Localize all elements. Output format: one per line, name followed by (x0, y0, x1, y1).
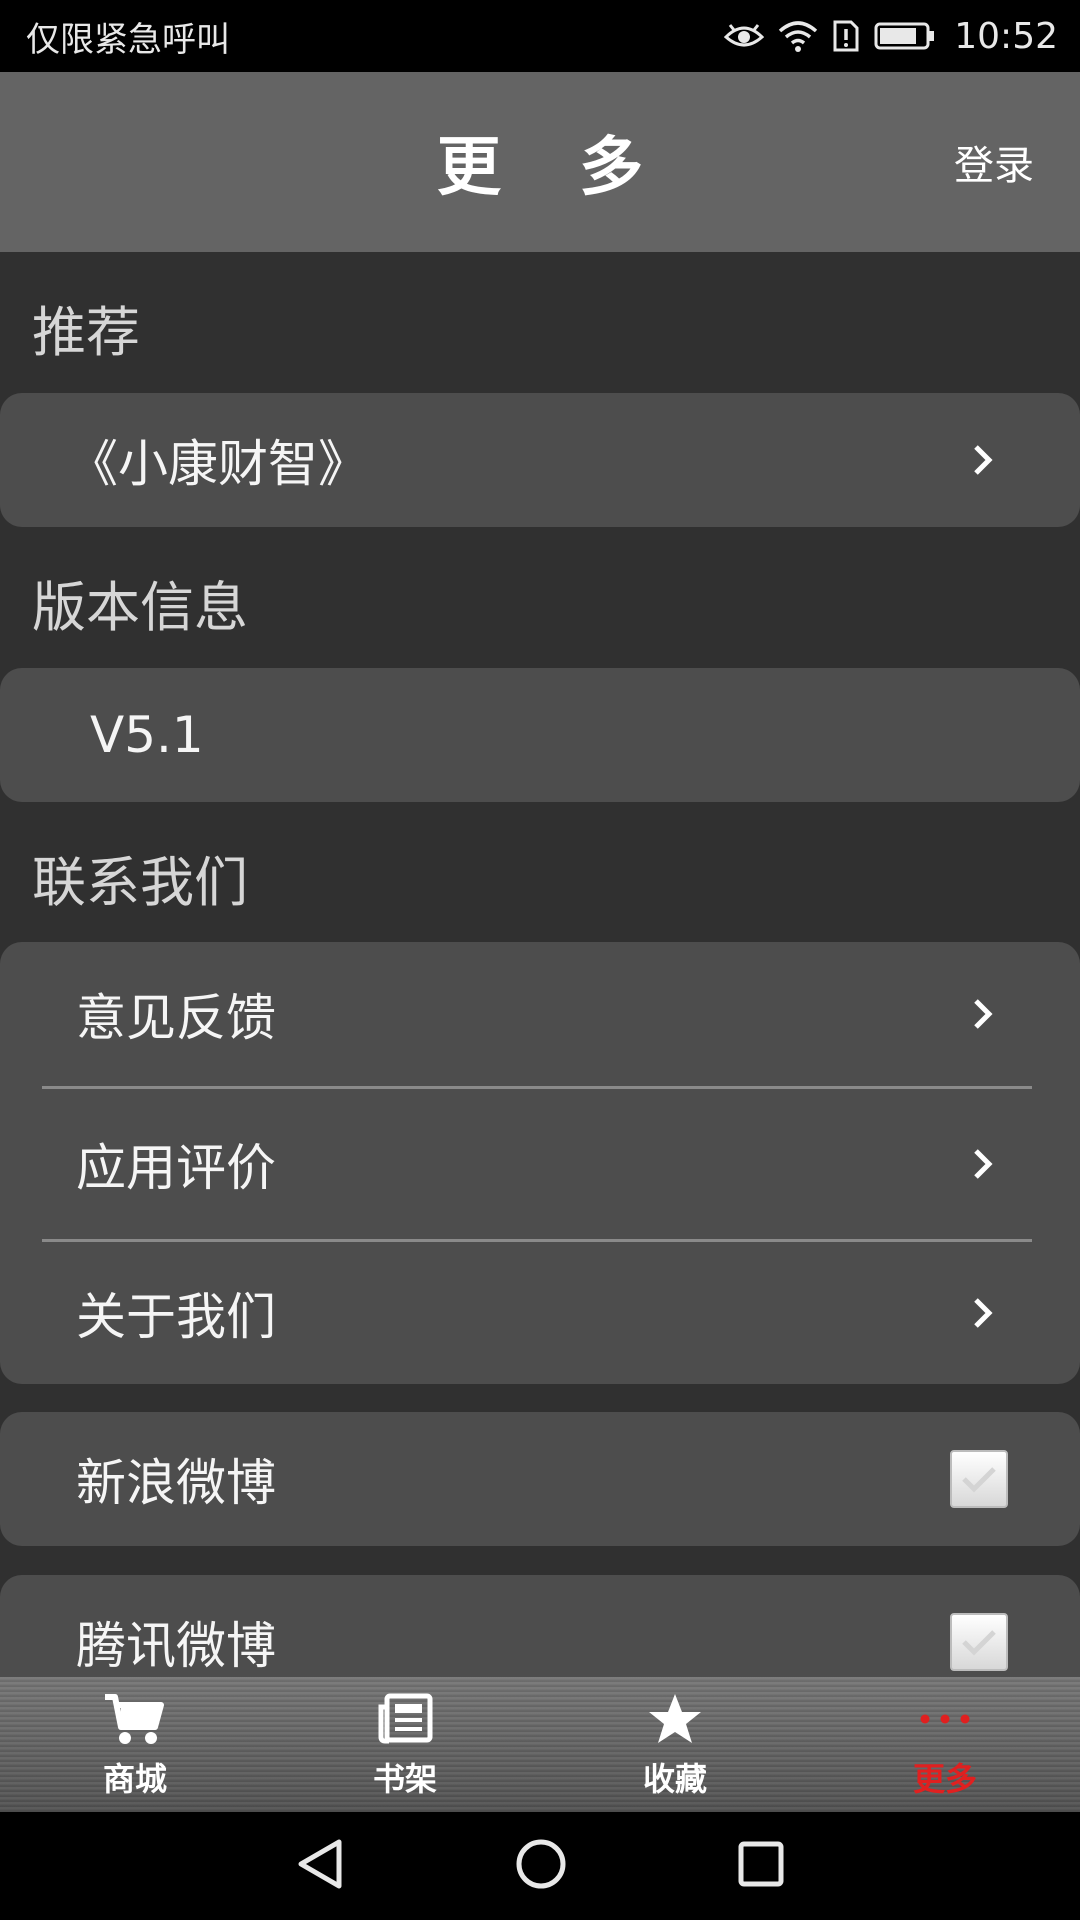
list-item-rate-app[interactable]: 应用评价 (0, 1089, 1080, 1239)
more-dots-icon (917, 1688, 973, 1750)
list-item-label: 意见反馈 (76, 989, 276, 1047)
back-icon[interactable] (295, 1838, 345, 1894)
chevron-right-icon (938, 1097, 1028, 1231)
carrier-text: 仅限紧急呼叫 (26, 19, 230, 60)
title-bar: 更 多 登录 (0, 72, 1080, 252)
newspaper-icon (377, 1688, 433, 1750)
bottom-tab-bar: 商城 书架 收藏 更多 (0, 1677, 1080, 1812)
wifi-icon (778, 19, 818, 53)
tab-label: 收藏 (642, 1760, 707, 1798)
status-bar: 仅限紧急呼叫 10:52 (0, 0, 1080, 72)
system-navigation-bar (0, 1812, 1080, 1920)
checkmark-icon (962, 1630, 996, 1656)
status-icons: 10:52 (724, 16, 1058, 57)
page-title: 更 多 (436, 131, 672, 205)
contact-card: 意见反馈 应用评价 关于我们 (0, 942, 1080, 1384)
list-item-label: 腾讯微博 (76, 1617, 276, 1675)
home-icon[interactable] (515, 1838, 567, 1894)
chevron-right-icon (938, 1246, 1028, 1380)
settings-list[interactable]: 推荐 《小康财智》 版本信息 V5.1 联系我们 意见反馈 应用评价 关于我们 … (0, 252, 1080, 1677)
list-item-label: 新浪微博 (76, 1454, 276, 1512)
list-item-sina-weibo[interactable]: 新浪微博 (0, 1412, 1080, 1546)
screen: 仅限紧急呼叫 10:52 更 多 登录 推荐 《小康财智》 版本信息 V5.1 … (0, 0, 1080, 1920)
tab-bookshelf[interactable]: 书架 (270, 1677, 540, 1812)
version-row: V5.1 (0, 668, 1080, 802)
tencent-weibo-card: 腾讯微博 (0, 1575, 1080, 1677)
section-title-recommend: 推荐 (32, 301, 140, 364)
tab-label: 书架 (372, 1760, 437, 1798)
list-item-label: 《小康财智》 (68, 435, 368, 493)
sina-weibo-checkbox[interactable] (950, 1450, 1008, 1508)
section-title-version: 版本信息 (32, 576, 248, 639)
tab-label: 商城 (102, 1760, 167, 1798)
clock: 10:52 (954, 15, 1058, 57)
recommend-card: 《小康财智》 (0, 393, 1080, 527)
tab-store[interactable]: 商城 (0, 1677, 270, 1812)
section-title-contact: 联系我们 (32, 851, 248, 914)
tab-favorites[interactable]: 收藏 (540, 1677, 810, 1812)
checkmark-icon (962, 1467, 996, 1493)
chevron-right-icon (938, 393, 1028, 527)
login-button[interactable]: 登录 (954, 72, 1034, 252)
sina-weibo-card: 新浪微博 (0, 1412, 1080, 1546)
chevron-right-icon (938, 947, 1028, 1081)
sim-alert-icon (832, 19, 860, 53)
list-item-xiaokang[interactable]: 《小康财智》 (0, 393, 1080, 527)
tab-label: 更多 (912, 1760, 977, 1798)
list-item-about-us[interactable]: 关于我们 (0, 1242, 1080, 1384)
battery-icon (874, 21, 936, 51)
list-item-feedback[interactable]: 意见反馈 (0, 942, 1080, 1086)
list-item-tencent-weibo[interactable]: 腾讯微博 (0, 1575, 1080, 1677)
tencent-weibo-checkbox[interactable] (950, 1613, 1008, 1671)
list-item-label: 应用评价 (76, 1139, 276, 1197)
eye-icon (724, 21, 765, 51)
tab-more[interactable]: 更多 (810, 1677, 1080, 1812)
cart-icon (103, 1688, 167, 1750)
version-value: V5.1 (90, 706, 204, 764)
list-item-label: 关于我们 (76, 1288, 276, 1346)
recents-icon[interactable] (737, 1840, 785, 1892)
version-card: V5.1 (0, 668, 1080, 802)
star-icon (647, 1688, 703, 1750)
